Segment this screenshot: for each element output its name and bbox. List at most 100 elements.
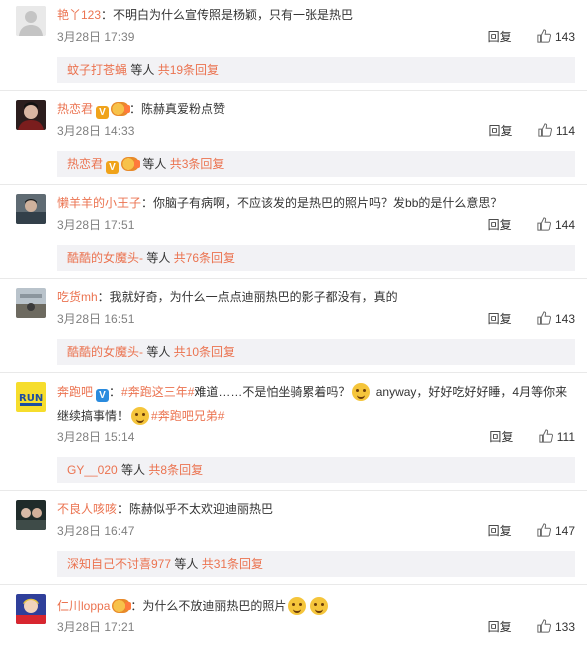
- divider: [0, 584, 587, 585]
- thumbs-up-icon: [537, 217, 551, 231]
- reply-summary[interactable]: 酷酷的女魔头- 等人 共10条回复: [57, 339, 575, 365]
- like-count: 144: [554, 218, 575, 232]
- avatar[interactable]: [16, 100, 46, 130]
- like-count: 147: [554, 524, 575, 538]
- username-link[interactable]: 热恋君: [57, 102, 93, 116]
- comment-line: 继续搞事情！ #奔跑吧兄弟#: [57, 407, 224, 425]
- divider: [0, 372, 587, 373]
- reply-summary[interactable]: 热恋君 V 等人 共3条回复: [57, 151, 575, 177]
- comment-time: 3月28日 14:33: [57, 124, 135, 138]
- thumbs-up-icon: [539, 429, 553, 443]
- reply-user-link[interactable]: GY__020: [67, 463, 118, 477]
- like-count: 111: [556, 430, 575, 444]
- thumbs-up-icon: [537, 311, 551, 325]
- avatar[interactable]: RUN: [16, 382, 46, 412]
- comment-text: ：陈赫似乎不太欢迎迪丽热巴: [117, 502, 274, 516]
- grin-emoji-icon: [288, 597, 307, 615]
- topic-link[interactable]: #奔跑这三年#: [121, 385, 194, 399]
- hands-emoji-icon: [131, 407, 150, 425]
- comment-time: 3月28日 17:51: [57, 218, 135, 232]
- reply-button[interactable]: 回复: [489, 430, 513, 444]
- reply-count-link[interactable]: 共10条回复: [174, 345, 235, 359]
- username-link[interactable]: 艳丫123: [57, 8, 101, 22]
- like-count: 143: [554, 30, 575, 44]
- fan-medal-icon: [112, 599, 132, 613]
- reply-count-link[interactable]: 共19条回复: [158, 63, 219, 77]
- like-button[interactable]: 147: [537, 523, 575, 538]
- like-button[interactable]: 143: [537, 311, 575, 326]
- like-button[interactable]: 111: [539, 429, 575, 444]
- comment-text: ：陈赫真爱粉点赞: [129, 102, 226, 116]
- avatar[interactable]: [16, 500, 46, 530]
- comment-line: 仁川loppa ：为什么不放迪丽热巴的照片: [57, 597, 330, 615]
- comment-line: 懒羊羊的小王子：你脑子有病啊，不应该发的是热巴的照片吗？发bb的是什么意思？: [57, 195, 502, 211]
- username-link[interactable]: 仁川loppa: [57, 599, 110, 613]
- avatar[interactable]: [16, 194, 46, 224]
- reply-summary[interactable]: 酷酷的女魔头- 等人 共76条回复: [57, 245, 575, 271]
- comment-actions: 回复 143: [488, 29, 575, 45]
- comment-text: ：: [109, 385, 122, 399]
- comment-text: 难道……不是怕坐骑累着吗？: [194, 385, 351, 399]
- username-link[interactable]: 奔跑吧: [57, 385, 93, 399]
- reply-button[interactable]: 回复: [488, 620, 512, 634]
- reply-user-link[interactable]: 酷酷的女魔头-: [67, 251, 143, 265]
- comment-actions: 回复 114: [489, 123, 575, 139]
- reply-suffix: 等人: [117, 463, 149, 477]
- verified-v-icon: V: [106, 161, 120, 174]
- reply-button[interactable]: 回复: [489, 124, 513, 138]
- reply-button[interactable]: 回复: [488, 312, 512, 326]
- reply-summary[interactable]: 深知自己不讨喜977 等人 共31条回复: [57, 551, 575, 577]
- like-button[interactable]: 133: [537, 619, 575, 634]
- comment-text: ：你脑子有病啊，不应该发的是热巴的照片吗？发bb的是什么意思？: [141, 196, 503, 210]
- reply-count-link[interactable]: 共3条回复: [170, 157, 225, 171]
- username-link[interactable]: 吃货mh: [57, 290, 98, 304]
- reply-suffix: 等人: [143, 251, 174, 265]
- comment-time: 3月28日 17:21: [57, 620, 135, 634]
- comment-text: 继续搞事情！: [57, 409, 130, 423]
- comment-line: 艳丫123：不明白为什么宣传照是杨颖，只有一张是热巴: [57, 7, 353, 23]
- like-button[interactable]: 144: [537, 217, 575, 232]
- avatar[interactable]: [16, 288, 46, 318]
- thumbs-up-icon: [537, 619, 551, 633]
- reply-button[interactable]: 回复: [488, 524, 512, 538]
- thumbs-up-icon: [537, 29, 551, 43]
- reply-user-link[interactable]: 深知自己不讨喜977: [67, 557, 171, 571]
- reply-button[interactable]: 回复: [488, 218, 512, 232]
- like-button[interactable]: 114: [538, 123, 575, 138]
- comment-time: 3月28日 15:14: [57, 430, 135, 444]
- avatar[interactable]: [16, 6, 46, 36]
- topic-link[interactable]: #奔跑吧兄弟#: [151, 409, 224, 423]
- grin-emoji-icon: [310, 597, 329, 615]
- comment-text: ：为什么不放迪丽热巴的照片: [130, 599, 287, 613]
- divider: [0, 184, 587, 185]
- reply-user-link[interactable]: 蚊子打苍蝇: [67, 63, 127, 77]
- verified-v-icon: V: [96, 389, 110, 402]
- fan-medal-icon: [121, 157, 141, 171]
- username-link[interactable]: 懒羊羊的小王子: [57, 196, 141, 210]
- reply-suffix: 等人: [171, 557, 202, 571]
- comment-actions: 回复 111: [489, 429, 575, 445]
- username-link[interactable]: 不良人咳咳: [57, 502, 117, 516]
- comment-line: 热恋君 V ：陈赫真爱粉点赞: [57, 101, 225, 119]
- reply-summary[interactable]: GY__020 等人 共8条回复: [57, 457, 575, 483]
- reply-count-link[interactable]: 共76条回复: [174, 251, 235, 265]
- like-count: 133: [554, 620, 575, 634]
- reply-count-link[interactable]: 共8条回复: [148, 463, 203, 477]
- comment-line: 吃货mh：我就好奇，为什么一点点迪丽热巴的影子都没有，真的: [57, 289, 398, 305]
- like-button[interactable]: 143: [537, 29, 575, 44]
- reply-suffix: 等人: [139, 157, 170, 171]
- verified-v-icon: V: [96, 106, 110, 119]
- comment-line: 不良人咳咳：陈赫似乎不太欢迎迪丽热巴: [57, 501, 273, 517]
- like-count: 143: [554, 312, 575, 326]
- comment-actions: 回复 143: [488, 311, 575, 327]
- reply-count-link[interactable]: 共31条回复: [202, 557, 263, 571]
- reply-summary[interactable]: 蚊子打苍蝇 等人 共19条回复: [57, 57, 575, 83]
- comment-text: ：我就好奇，为什么一点点迪丽热巴的影子都没有，真的: [97, 290, 398, 304]
- avatar[interactable]: [16, 594, 46, 624]
- thumbs-up-icon: [537, 523, 551, 537]
- reply-user-link[interactable]: 热恋君: [67, 157, 103, 171]
- reply-user-link[interactable]: 酷酷的女魔头-: [67, 345, 143, 359]
- reply-button[interactable]: 回复: [488, 30, 512, 44]
- like-count: 114: [555, 124, 575, 138]
- comment-time: 3月28日 16:47: [57, 524, 135, 538]
